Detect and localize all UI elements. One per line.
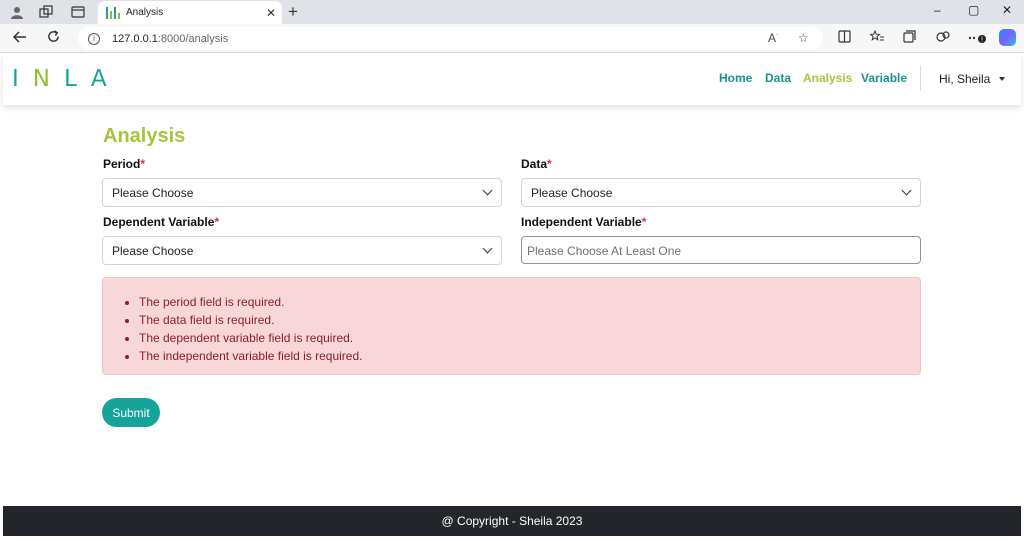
dependent-variable-select[interactable]: Please Choose [102, 236, 502, 265]
period-label-text: Period [103, 157, 141, 171]
brand-logo[interactable]: I N L A [12, 66, 107, 92]
extensions-icon[interactable] [936, 30, 950, 46]
url-path: :8000/analysis [157, 32, 229, 45]
period-select[interactable]: Please Choose [102, 178, 502, 207]
dependent-variable-select-value: Please Choose [112, 244, 194, 258]
profile-icon[interactable] [9, 4, 25, 20]
navbar-divider [920, 66, 921, 91]
submit-button[interactable]: Submit [102, 398, 160, 427]
required-mark: * [641, 215, 647, 229]
copilot-icon[interactable] [999, 29, 1016, 46]
split-screen-icon[interactable] [838, 30, 851, 46]
required-mark: * [140, 157, 146, 171]
tab-title: Analysis [126, 7, 164, 18]
data-select-value: Please Choose [531, 186, 613, 200]
read-aloud-icon[interactable]: Aᐧ [768, 31, 778, 45]
svg-text:!: ! [981, 36, 984, 44]
nav-home-link[interactable]: Home [719, 71, 752, 85]
restore-button[interactable]: ▢ [968, 3, 979, 17]
required-mark: * [214, 215, 220, 229]
workspaces-icon[interactable] [38, 4, 54, 20]
page-title: Analysis [103, 125, 186, 147]
data-label: Data* [521, 157, 552, 171]
footer: @ Copyright - Sheila 2023 [3, 506, 1021, 536]
user-dropdown[interactable]: Hi, Sheila [939, 72, 1006, 86]
footer-copyright: @ Copyright - Sheila 2023 [441, 514, 583, 528]
url-text: 127.0.0.1:8000/analysis [112, 33, 228, 45]
more-options-icon[interactable]: ! [968, 30, 990, 46]
data-label-text: Data [521, 157, 548, 171]
independent-variable-label: Independent Variable* [521, 215, 646, 229]
chevron-down-icon [482, 185, 493, 196]
nav-variable-link[interactable]: Variable [861, 71, 907, 85]
logo-letter: I [12, 66, 19, 92]
nav-analysis-link[interactable]: Analysis [803, 71, 852, 85]
independent-variable-label-text: Independent Variable [521, 215, 642, 229]
user-greeting: Hi, Sheila [939, 72, 991, 86]
logo-letter: L [64, 66, 77, 92]
validation-error-alert: The period field is required. The data f… [102, 277, 921, 375]
minimize-button[interactable]: – [934, 3, 941, 17]
refresh-icon[interactable] [46, 29, 61, 48]
site-info-icon[interactable]: i [88, 32, 100, 45]
error-list: The period field is required. The data f… [139, 293, 362, 365]
independent-variable-input[interactable]: Please Choose At Least One [521, 236, 921, 264]
data-select[interactable]: Please Choose [521, 178, 921, 207]
period-select-value: Please Choose [112, 186, 194, 200]
app-navbar: I N L A Home Data Analysis Variable Hi, … [3, 54, 1021, 105]
browser-tab-strip: Analysis ✕ + – ▢ ✕ [0, 0, 1024, 24]
address-bar[interactable]: i 127.0.0.1:8000/analysis Aᐧ ☆ [78, 27, 823, 50]
close-window-button[interactable]: ✕ [1002, 3, 1012, 17]
logo-letter: A [90, 66, 107, 92]
collections-icon[interactable] [903, 30, 916, 46]
browser-tab-analysis[interactable]: Analysis ✕ [98, 1, 282, 24]
tab-favicon-icon [106, 6, 120, 19]
browser-toolbar: i 127.0.0.1:8000/analysis Aᐧ ☆ ! [0, 24, 1024, 53]
chevron-down-icon [901, 185, 912, 196]
independent-variable-placeholder: Please Choose At Least One [527, 244, 682, 258]
url-host: 127.0.0.1 [112, 32, 158, 45]
tab-close-icon[interactable]: ✕ [266, 6, 276, 20]
error-item: The data field is required. [139, 311, 362, 329]
error-item: The dependent variable field is required… [139, 329, 362, 347]
favorite-star-icon[interactable]: ☆ [798, 31, 809, 45]
tab-actions-icon[interactable] [70, 4, 86, 20]
dependent-variable-label-text: Dependent Variable [103, 215, 215, 229]
error-item: The period field is required. [139, 293, 362, 311]
dependent-variable-label: Dependent Variable* [103, 215, 219, 229]
back-arrow-icon[interactable] [12, 29, 28, 49]
period-label: Period* [103, 157, 145, 171]
nav-data-link[interactable]: Data [765, 71, 791, 85]
favorites-icon[interactable] [869, 29, 884, 46]
error-item: The independent variable field is requir… [139, 347, 362, 365]
chevron-down-icon [482, 243, 493, 254]
new-tab-button[interactable]: + [288, 2, 298, 22]
logo-letter: N [32, 66, 51, 92]
caret-down-icon [999, 77, 1006, 81]
required-mark: * [547, 157, 552, 171]
